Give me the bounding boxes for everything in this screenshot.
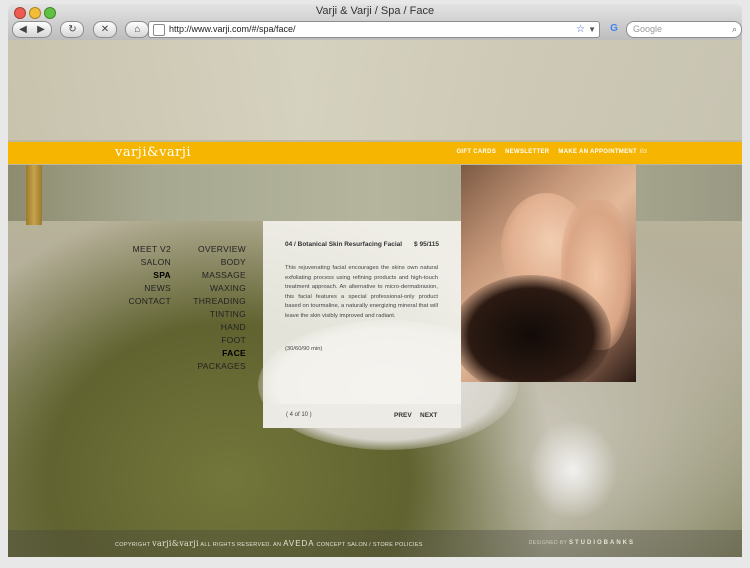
sub-nav-massage[interactable]: MASSAGE	[188, 269, 246, 282]
stop-icon[interactable]: ✕	[92, 21, 117, 38]
service-pager: ( 4 of 10 ) PREV NEXT	[263, 404, 461, 428]
background-frame	[26, 165, 42, 225]
search-engine-icon[interactable]: G	[606, 21, 622, 36]
site-footer: COPYRIGHT varji&varji ALL RIGHTS RESERVE…	[8, 530, 742, 557]
main-nav: MEET V2 SALON SPA NEWS CONTACT	[113, 243, 171, 308]
service-duration: (30/60/90 min)	[285, 346, 323, 352]
facial-photo	[461, 165, 636, 382]
service-price: $ 95/115	[414, 241, 439, 248]
forward-icon[interactable]: ▶	[32, 22, 50, 37]
back-forward-group: ◀ ▶	[12, 21, 52, 38]
url-text: http://www.varji.com/#/spa/face/	[169, 24, 296, 34]
background-light	[528, 420, 618, 520]
make-appointment-link[interactable]: MAKE AN APPOINTMENT	[558, 149, 637, 155]
footer-credit: DESIGNED BY STUDIOBANKS	[529, 540, 635, 546]
favicon-icon	[153, 24, 165, 36]
search-placeholder: Google	[633, 24, 663, 34]
reload-icon[interactable]: ↻	[60, 21, 85, 38]
site-logo[interactable]: varji&varji	[115, 145, 191, 160]
home-icon[interactable]: ⌂	[125, 21, 150, 38]
sub-nav-face[interactable]: FACE	[188, 347, 246, 360]
footer-copyright: COPYRIGHT varji&varji ALL RIGHTS RESERVE…	[115, 539, 423, 548]
prev-button[interactable]: PREV	[394, 412, 412, 419]
next-button[interactable]: NEXT	[420, 412, 437, 419]
page-viewport: varji&varji GIFT CARDS NEWSLETTER MAKE A…	[8, 40, 742, 557]
sub-nav-foot[interactable]: FOOT	[188, 334, 246, 347]
search-input[interactable]: Google ⌕	[626, 21, 742, 38]
sub-nav-hand[interactable]: HAND	[188, 321, 246, 334]
main-nav-contact[interactable]: CONTACT	[113, 295, 171, 308]
main-nav-spa[interactable]: SPA	[113, 269, 171, 282]
background-wall	[8, 40, 742, 140]
designed-by-label: DESIGNED BY	[528, 540, 568, 546]
sub-nav-body[interactable]: BODY	[188, 256, 246, 269]
language-link[interactable]: ita	[640, 148, 647, 155]
footer-brand: varji&varji	[152, 539, 199, 548]
chevron-down-icon[interactable]: ▼	[588, 22, 596, 37]
main-nav-salon[interactable]: SALON	[113, 256, 171, 269]
search-icon: ⌕	[731, 24, 737, 34]
gift-cards-link[interactable]: GIFT CARDS	[456, 149, 496, 155]
aveda-logo[interactable]: AVEDA	[283, 539, 315, 548]
site-header-bar: varji&varji GIFT CARDS NEWSLETTER MAKE A…	[8, 142, 742, 164]
browser-toolbar: Varji & Varji / Spa / Face ◀ ▶ ↻ ✕ ⌂ http…	[8, 4, 742, 41]
main-nav-meet-v2[interactable]: MEET V2	[113, 243, 171, 256]
studio-link[interactable]: STUDIOBANKS	[569, 540, 635, 546]
nav-buttons: ◀ ▶ ↻ ✕ ⌂	[12, 21, 150, 39]
sub-nav-packages[interactable]: PACKAGES	[188, 360, 246, 373]
service-title: 04 / Botanical Skin Resurfacing Facial	[285, 241, 403, 248]
browser-window: Varji & Varji / Spa / Face ◀ ▶ ↻ ✕ ⌂ http…	[0, 0, 750, 568]
store-policies-link[interactable]: CONCEPT SALON / STORE POLICIES	[316, 542, 422, 548]
copyright-label: COPYRIGHT	[115, 542, 151, 548]
newsletter-link[interactable]: NEWSLETTER	[505, 149, 549, 155]
sub-nav: OVERVIEW BODY MASSAGE WAXING THREADING T…	[188, 243, 246, 373]
sub-nav-tinting[interactable]: TINTING	[188, 308, 246, 321]
back-icon[interactable]: ◀	[14, 22, 32, 37]
sub-nav-waxing[interactable]: WAXING	[188, 282, 246, 295]
bookmark-star-icon[interactable]: ☆	[576, 22, 585, 37]
rights-text: ALL RIGHTS RESERVED. AN	[200, 542, 282, 548]
window-title: Varji & Varji / Spa / Face	[315, 5, 435, 17]
address-bar[interactable]: http://www.varji.com/#/spa/face/ ☆ ▼	[148, 21, 600, 38]
sub-nav-threading[interactable]: THREADING	[188, 295, 246, 308]
sub-nav-overview[interactable]: OVERVIEW	[188, 243, 246, 256]
service-description: This rejuvenating facial encourages the …	[285, 265, 438, 319]
page-counter: ( 4 of 10 )	[286, 412, 312, 418]
top-links: GIFT CARDS NEWSLETTER MAKE AN APPOINTMEN…	[449, 149, 637, 155]
service-panel: 04 / Botanical Skin Resurfacing Facial $…	[263, 221, 461, 428]
main-nav-news[interactable]: NEWS	[113, 282, 171, 295]
